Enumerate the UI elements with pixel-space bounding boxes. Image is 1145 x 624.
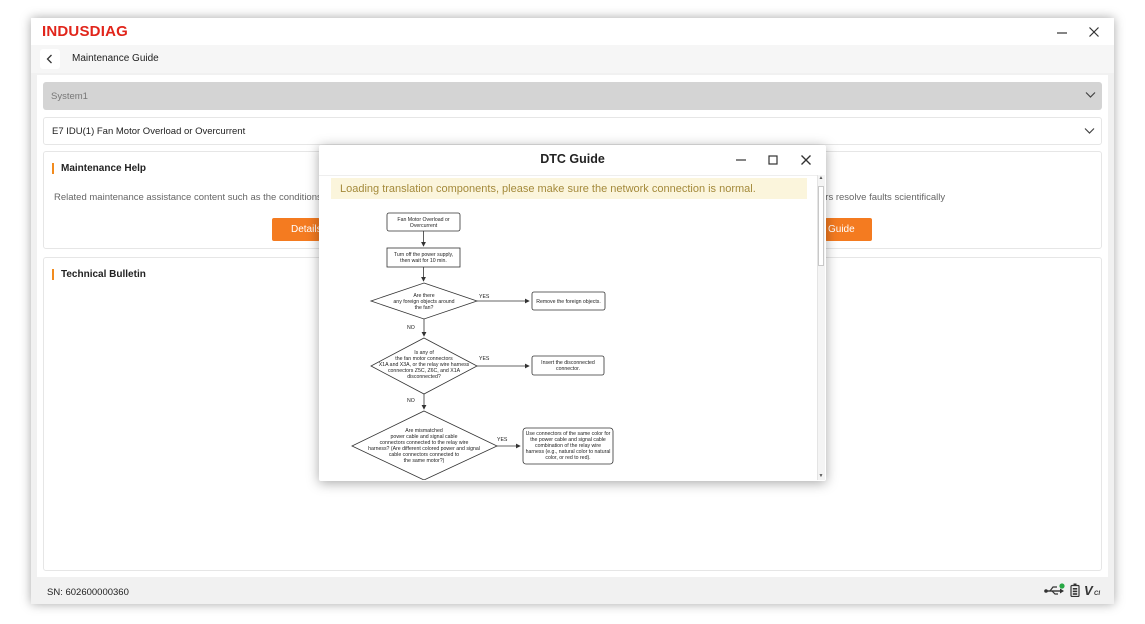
flow-yes-label: YES [497,437,508,443]
dialog-scrollbar[interactable]: ▲ ▼ [817,175,825,480]
close-button[interactable] [1083,22,1105,42]
vci-icon: V CI [1084,583,1100,597]
technical-bulletin-title: Technical Bulletin [61,268,146,280]
chevron-left-icon [46,54,52,64]
brand-logo: INDUSDIAG [42,23,128,40]
scroll-thumb[interactable] [818,186,824,266]
flow-yes-label: YES [479,294,490,300]
maintenance-help-description: Related maintenance assistance content s… [54,192,322,203]
maintenance-help-description-continued: ers resolve faults scientifically [820,192,946,203]
usb-connected-icon [1044,583,1065,595]
details-button[interactable]: Details [272,218,322,241]
accent-bar [52,268,54,280]
guide-button[interactable]: Guide [825,218,872,241]
flow-text: Remove the foreign objects. [536,299,601,305]
flow-yes-label: YES [479,356,490,362]
system-select[interactable]: System1 [43,82,1102,110]
maintenance-help-title: Maintenance Help [61,162,147,174]
chevron-down-icon [1084,128,1095,134]
vci-label: V [1084,583,1094,597]
dtc-guide-dialog: DTC Guide Loading translation components… [319,145,826,481]
fault-code-select[interactable]: E7 IDU(1) Fan Motor Overload or Overcurr… [43,117,1102,145]
status-icons: V CI [1044,583,1104,597]
dialog-body: Loading translation components, please m… [319,175,817,480]
scroll-up-icon[interactable]: ▲ [818,175,824,182]
dialog-close-button[interactable] [796,151,816,169]
flow-text: color, or red to red). [545,455,590,461]
page-title: Maintenance Guide [72,53,159,64]
flow-text: disconnected? [407,374,441,380]
vci-sublabel: CI [1094,591,1100,597]
maintenance-help-header: Maintenance Help [52,162,146,174]
minimize-button[interactable] [1051,22,1073,42]
minimize-icon [1057,32,1067,34]
serial-number: SN: 602600000360 [47,587,129,598]
dialog-minimize-button[interactable] [731,151,751,169]
flow-no-label: NO [407,325,415,331]
details-button-label: Details [291,224,322,235]
status-bar: SN: 602600000360 V CI [31,578,1114,604]
guide-button-label: Guide [828,224,855,235]
flow-text: connector. [556,366,580,372]
chevron-down-icon [1085,92,1096,98]
dtc-flowchart: Fan Motor Overload or Overcurrent Turn o… [351,212,614,480]
back-button[interactable] [40,49,60,69]
battery-icon [1070,583,1080,597]
flow-no-label: NO [407,398,415,404]
minimize-icon [736,159,746,161]
scroll-down-icon[interactable]: ▼ [818,473,824,480]
technical-bulletin-header: Technical Bulletin [52,268,146,280]
flow-text: Overcurrent [410,223,438,229]
fault-code-select-value: E7 IDU(1) Fan Motor Overload or Overcurr… [52,125,246,137]
flow-text: the same motor?) [404,458,445,464]
accent-bar [52,162,54,174]
page-header: Maintenance Guide [31,45,1114,73]
dialog-maximize-button[interactable] [763,151,783,169]
close-icon [1089,27,1099,37]
close-icon [801,155,811,165]
flow-text: the fan? [415,305,434,311]
title-bar: INDUSDIAG [31,18,1114,45]
flow-text: then wait for 10 min. [400,258,447,264]
system-select-value: System1 [51,90,88,102]
maximize-icon [768,155,778,165]
